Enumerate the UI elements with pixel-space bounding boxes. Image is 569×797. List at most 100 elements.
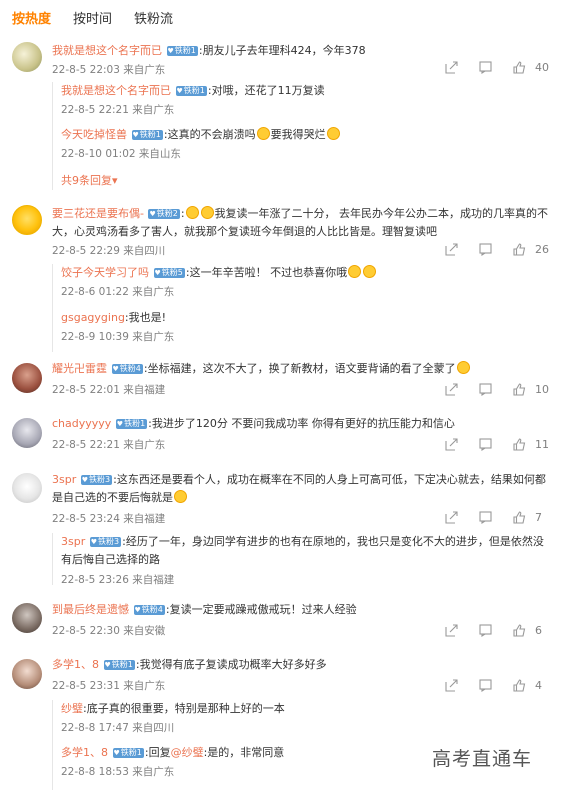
avatar[interactable]	[12, 659, 42, 689]
comment-username[interactable]: 耀光卍雷霆	[52, 362, 107, 375]
emoji-icon	[174, 490, 187, 503]
like-icon[interactable]	[506, 678, 532, 692]
fan-badge: ♥铁粉1	[103, 660, 135, 670]
heart-icon: ♥	[81, 476, 89, 484]
sort-tabs: 按热度 按时间 铁粉流	[12, 8, 173, 27]
comment-username[interactable]: 要三花还是要布偶-	[52, 207, 144, 220]
comment-icon[interactable]	[472, 623, 498, 637]
reply-username[interactable]: gsgagyging	[61, 311, 125, 324]
reply-meta: 22-8-8 17:47 来自四川	[61, 722, 175, 734]
comment-text: chadyyyyy ♥铁粉1:我进步了120分 不要问我成功率 你得有更好的抗压…	[52, 415, 551, 432]
like-icon[interactable]	[506, 623, 532, 637]
tab-time[interactable]: 按时间	[73, 8, 112, 27]
comment-username[interactable]: 我就是想这个名字而已	[52, 44, 162, 57]
share-icon[interactable]	[438, 60, 464, 74]
avatar[interactable]	[12, 418, 42, 448]
avatar[interactable]	[12, 42, 42, 72]
avatar[interactable]	[12, 473, 42, 503]
fan-badge: ♥铁粉1	[112, 748, 144, 758]
comment-text: 3spr ♥铁粉3:这东西还是要看个人，成功在概率在不同的人身上可高可低，下定决…	[52, 471, 551, 507]
heart-icon: ♥	[90, 538, 98, 546]
heart-icon: ♥	[149, 210, 156, 218]
comment-actions: 11	[430, 437, 549, 451]
reply-meta: 22-8-9 10:39 来自广东	[61, 331, 175, 343]
heart-icon: ♥	[176, 87, 183, 95]
reply-username[interactable]: 纱璧	[61, 702, 83, 715]
reply-username[interactable]: 今天吃掉怪兽	[61, 128, 127, 141]
share-icon[interactable]	[438, 382, 464, 396]
share-icon[interactable]	[438, 510, 464, 524]
avatar[interactable]	[12, 205, 42, 235]
fan-badge: ♥铁粉1	[166, 46, 198, 56]
share-icon[interactable]	[438, 678, 464, 692]
like-icon[interactable]	[506, 382, 532, 396]
tab-hot[interactable]: 按热度	[12, 8, 51, 27]
comment-meta: 22-8-5 22:29 来自四川	[52, 245, 166, 257]
reply-meta: 22-8-6 01:22 来自广东	[61, 286, 175, 298]
fan-badge: ♥铁粉2	[148, 209, 180, 219]
more-replies-link[interactable]: 共9条回复▾	[61, 172, 118, 188]
reply-meta: 22-8-8 18:53 来自广东	[61, 766, 175, 778]
reply-username[interactable]: 3spr	[61, 535, 85, 548]
caret-down-icon: ▾	[112, 174, 118, 187]
comment-username[interactable]: chadyyyyy	[52, 417, 111, 430]
reply-username[interactable]: 我就是想这个名字而已	[61, 84, 171, 97]
share-icon[interactable]	[438, 623, 464, 637]
comment-icon[interactable]	[472, 382, 498, 396]
crying-emoji-icon	[256, 127, 270, 140]
comment-icon[interactable]	[472, 437, 498, 451]
like-count: 4	[535, 678, 542, 692]
comment-meta: 22-8-5 23:24 来自福建	[52, 513, 166, 525]
like-icon[interactable]	[506, 437, 532, 451]
comment-meta: 22-8-5 22:30 来自安徽	[52, 625, 166, 637]
reply-text: 3spr ♥铁粉3:经历了一年，身边同学有进步的也有在原地的，我也只是变化不大的…	[61, 535, 544, 566]
fan-badge: ♥铁粉3	[80, 475, 113, 485]
like-count: 6	[535, 623, 542, 637]
heart-icon: ♥	[116, 420, 124, 428]
share-icon[interactable]	[438, 437, 464, 451]
like-count: 7	[535, 510, 542, 524]
comment-body: :我进步了120分 不要问我成功率 你得有更好的抗压能力和信心	[148, 417, 455, 430]
reply-list: 饺子今天学习了吗 ♥铁粉5:这一年辛苦啦！ 不过也恭喜你哦 22-8-6 01:…	[52, 264, 551, 352]
comment-icon[interactable]	[472, 60, 498, 74]
fan-badge: ♥铁粉1	[175, 86, 207, 96]
reply-list: 我就是想这个名字而已 ♥铁粉1:对哦，还花了11万复读 22-8-5 22:21…	[52, 82, 551, 190]
reply-meta: 22-8-5 23:26 来自福建	[61, 574, 175, 586]
heart-icon: ♥	[134, 606, 141, 614]
avatar[interactable]	[12, 603, 42, 633]
reply-meta: 22-8-10 01:02 来自山东	[61, 148, 181, 160]
like-icon[interactable]	[506, 242, 532, 256]
comment-actions: 4	[430, 678, 549, 692]
comment-body: :这东西还是要看个人，成功在概率在不同的人身上可高可低，下定决心就去，结果如何都…	[52, 473, 546, 504]
comment-icon[interactable]	[472, 510, 498, 524]
comment-meta: 22-8-5 22:21 来自广东	[52, 439, 166, 451]
comment-text: 耀光卍雷霆 ♥铁粉4:坐标福建，这次不大了，换了新教材，语文要背诵的看了全蒙了	[52, 360, 551, 377]
comment-actions: 10	[430, 382, 549, 396]
heart-icon: ♥	[167, 47, 174, 55]
comment-icon[interactable]	[472, 678, 498, 692]
avatar[interactable]	[12, 363, 42, 393]
fan-badge: ♥铁粉1	[115, 419, 148, 429]
emoji-icon	[348, 265, 362, 278]
like-icon[interactable]	[506, 60, 532, 74]
crying-emoji-icon	[326, 127, 340, 140]
comment-icon[interactable]	[472, 242, 498, 256]
fan-badge: ♥铁粉4	[133, 605, 165, 615]
reply-text: 纱璧:底子真的很重要，特别是那种上好的一本	[61, 702, 285, 715]
comment-actions: 6	[430, 623, 549, 637]
comment-body: :复读一定要戒躁戒傲戒玩！过来人经验	[165, 603, 357, 616]
like-icon[interactable]	[506, 510, 532, 524]
comment-text: 要三花还是要布偶- ♥铁粉2: 我复读一年涨了二十分， 去年民办今年公办二本，成功…	[52, 206, 549, 238]
emoji-icon	[456, 361, 470, 374]
heart-icon: ♥	[154, 269, 161, 277]
comment-username[interactable]: 3spr	[52, 473, 76, 486]
heart-icon: ♥	[132, 131, 139, 139]
reply-username[interactable]: 饺子今天学习了吗	[61, 266, 149, 279]
tab-fans[interactable]: 铁粉流	[134, 8, 173, 27]
share-icon[interactable]	[438, 242, 464, 256]
reply-username[interactable]: 多学1、8	[61, 746, 108, 759]
comment-username[interactable]: 多学1、8	[52, 658, 99, 671]
comment-username[interactable]: 到最后终是遗憾	[52, 603, 129, 616]
watermark-text: 高考直通车	[432, 748, 533, 770]
mention-link[interactable]: @纱璧	[171, 746, 204, 759]
